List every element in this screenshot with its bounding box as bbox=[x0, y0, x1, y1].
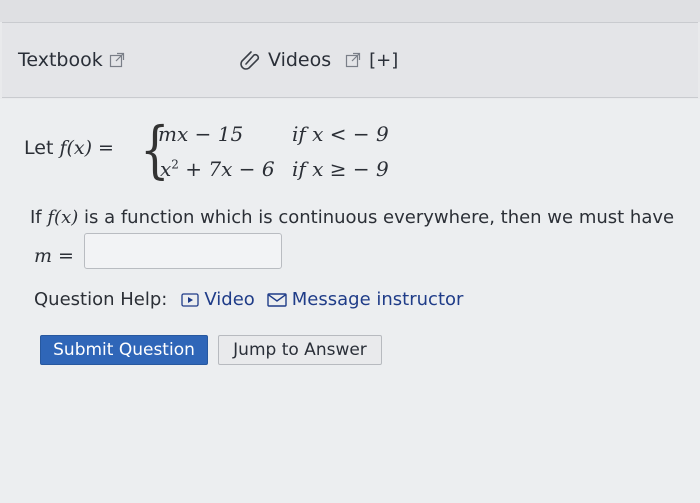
case2-expression: x2 + 7x − 6 bbox=[160, 157, 275, 181]
expand-toggle[interactable]: [+] bbox=[369, 50, 398, 71]
case1-condition: if x < − 9 bbox=[292, 122, 389, 146]
case2-condition: if x ≥ − 9 bbox=[292, 157, 389, 181]
message-instructor-label: Message instructor bbox=[291, 289, 464, 310]
let-text: Let bbox=[24, 137, 54, 159]
function-definition-label: Let f(x) = bbox=[24, 137, 114, 159]
submit-question-button[interactable]: Submit Question bbox=[40, 335, 208, 365]
case2-base: x bbox=[160, 157, 172, 181]
jump-to-answer-button[interactable]: Jump to Answer bbox=[218, 335, 382, 365]
question-panel: Let f(x) = { mx − 15 if x < − 9 x2 + 7x … bbox=[0, 99, 700, 503]
video-help-link[interactable]: Video bbox=[181, 289, 255, 310]
function-lhs: f(x) = bbox=[59, 137, 114, 159]
videos-label: Videos bbox=[268, 49, 332, 71]
videos-link[interactable]: Videos [+] bbox=[240, 49, 398, 71]
case2-rest: + 7x − 6 bbox=[178, 157, 275, 181]
paperclip-icon bbox=[240, 51, 260, 70]
answer-label: m = bbox=[34, 245, 74, 267]
textbook-label: Textbook bbox=[18, 49, 103, 71]
answer-input[interactable] bbox=[84, 233, 282, 269]
textbook-link[interactable]: Textbook bbox=[18, 49, 125, 71]
case2-exponent: 2 bbox=[171, 157, 179, 172]
top-band bbox=[0, 0, 700, 22]
external-link-icon bbox=[109, 52, 124, 68]
statement-fx: f(x) bbox=[47, 207, 79, 228]
help-label: Question Help: bbox=[34, 289, 168, 310]
message-instructor-link[interactable]: Message instructor bbox=[267, 289, 464, 310]
case1-expression: mx − 15 bbox=[158, 122, 244, 146]
resource-bar: Textbook Videos [+] bbox=[2, 22, 698, 98]
play-video-icon bbox=[181, 292, 199, 307]
question-help: Question Help: Video Message instructor bbox=[34, 289, 475, 310]
envelope-icon bbox=[267, 292, 287, 307]
video-help-label: Video bbox=[204, 289, 255, 310]
statement-suffix: is a function which is continuous everyw… bbox=[83, 207, 675, 228]
statement-prefix: If bbox=[30, 207, 42, 228]
external-link-icon bbox=[346, 52, 361, 68]
question-statement: If f(x) is a function which is continuou… bbox=[30, 207, 674, 228]
